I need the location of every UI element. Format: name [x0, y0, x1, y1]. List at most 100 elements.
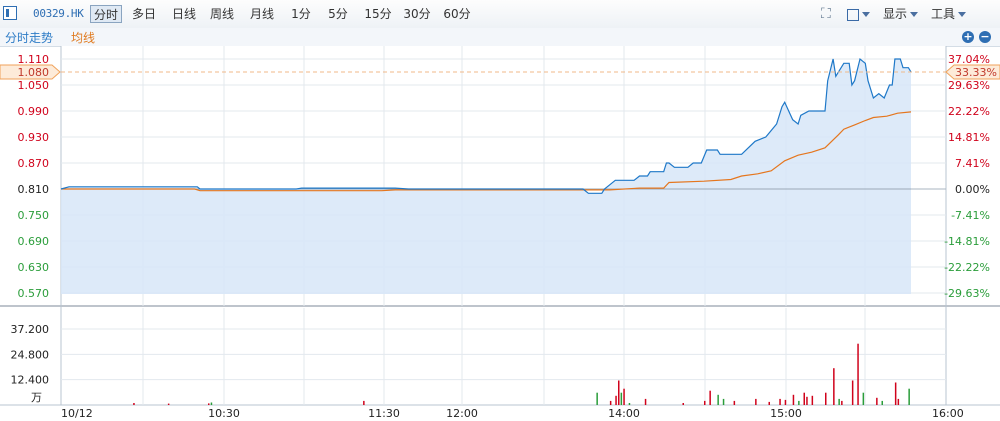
volume-bar [841, 400, 843, 405]
volume-bar [167, 403, 170, 405]
volume-bar [620, 392, 623, 405]
x-axis-label: 11:30 [368, 407, 400, 420]
series-label: 分时走势 [5, 31, 54, 45]
x-axis-label: 14:00 [608, 407, 640, 420]
current-pct-label: 33.33% [955, 66, 997, 79]
chart-subheader: 分时走势 均线 + − [0, 28, 1000, 47]
period-tab-5[interactable]: 1分 [288, 5, 314, 23]
volume-bar [133, 403, 135, 405]
volume-bar [615, 395, 617, 405]
stock-symbol[interactable]: 00329.HK [33, 7, 84, 20]
x-axis-label: 10:30 [208, 407, 240, 420]
volume-bar [644, 398, 647, 405]
tools-label: 工具 [931, 7, 956, 21]
layout-select[interactable] [847, 5, 870, 23]
pct-tick-label: -7.41% [951, 209, 990, 222]
period-tab-0[interactable]: 分时 [90, 5, 122, 23]
chevron-down-icon [910, 12, 919, 17]
volume-bar [733, 400, 736, 405]
period-tab-8[interactable]: 30分 [402, 5, 432, 23]
price-tick-label: 0.870 [18, 157, 50, 170]
volume-bar [881, 400, 883, 405]
price-tick-label: 0.810 [18, 183, 50, 196]
volume-bar [709, 390, 711, 405]
volume-bar [779, 398, 781, 405]
volume-bar [792, 394, 795, 405]
chevron-down-icon [862, 12, 870, 17]
volume-bar [811, 395, 814, 405]
volume-bar [717, 394, 719, 405]
volume-tick-label: 24.800 [11, 348, 50, 361]
volume-bar [722, 398, 725, 405]
pct-tick-label: 0.00% [955, 183, 990, 196]
x-axis-label: 15:00 [770, 407, 802, 420]
period-tab-1[interactable]: 多日 [128, 5, 160, 23]
volume-bar [755, 398, 757, 405]
period-tab-6[interactable]: 5分 [324, 5, 352, 23]
pct-tick-label: -29.63% [944, 287, 990, 300]
volume-bar [803, 392, 805, 405]
volume-bar [851, 380, 854, 405]
price-tick-label: 0.750 [18, 209, 50, 222]
price-tick-label: 1.050 [18, 79, 50, 92]
volume-bar [768, 401, 770, 405]
period-tab-2[interactable]: 日线 [168, 5, 200, 23]
pct-tick-label: -14.81% [944, 235, 990, 248]
volume-bar [857, 343, 859, 405]
intraday-chart: 1.110 37.04% 1.050 29.63% 0.990 22.22% 0.930 14… [0, 46, 1000, 420]
chevron-down-icon [958, 12, 967, 17]
period-tab-7[interactable]: 15分 [362, 5, 394, 23]
price-tick-label: 0.990 [18, 105, 50, 118]
pct-tick-label: 29.63% [948, 79, 990, 92]
volume-bar [876, 397, 878, 405]
volume-bar [897, 398, 900, 405]
x-axis-label: 12:00 [446, 407, 478, 420]
volume-bar [862, 392, 865, 405]
pct-tick-label: 22.22% [948, 105, 990, 118]
display-label: 显示 [883, 7, 908, 21]
volume-bar [682, 403, 684, 405]
volume-bar [806, 396, 808, 405]
volume-bar [628, 403, 631, 405]
volume-bar [798, 400, 800, 405]
pct-tick-label: 14.81% [948, 131, 990, 144]
fullscreen-icon[interactable]: ⛶ [821, 5, 831, 23]
price-tick-label: 1.110 [18, 53, 50, 66]
volume-tick-label: 37.200 [11, 323, 50, 336]
pct-tick-label: 7.41% [955, 157, 990, 170]
period-tab-9[interactable]: 60分 [442, 5, 472, 23]
period-tab-3[interactable]: 周线 [206, 5, 238, 23]
volume-bar [618, 380, 620, 405]
x-axis-label: 16:00 [932, 407, 964, 420]
avg-line-label: 均线 [71, 31, 96, 45]
zoom-in-button[interactable]: + [962, 31, 974, 43]
pct-tick-label: -22.22% [944, 261, 990, 274]
price-tick-label: 0.570 [18, 287, 50, 300]
price-tick-label: 0.690 [18, 235, 50, 248]
volume-bar [825, 392, 827, 405]
volume-bar [363, 400, 365, 405]
volume-bar [833, 368, 835, 405]
volume-unit-label: 万 [31, 391, 42, 404]
volume-bar [894, 382, 897, 405]
volume-bar [623, 388, 625, 405]
volume-bar [784, 399, 787, 405]
volume-bar [838, 398, 840, 405]
price-tick-label: 0.630 [18, 261, 50, 274]
chart-toolbar: 00329.HK 分时 多日 日线 周线 月线 1分 5分 15分 30分 60分 ⛶ 显示 工具 [0, 0, 1000, 29]
volume-bar [208, 403, 210, 405]
period-tab-4[interactable]: 月线 [246, 5, 278, 23]
zoom-out-button[interactable]: − [979, 31, 991, 43]
volume-bar [210, 402, 213, 405]
display-menu[interactable]: 显示 [883, 5, 919, 23]
volume-bar [596, 392, 598, 405]
volume-tick-label: 12.400 [11, 374, 50, 387]
tools-menu[interactable]: 工具 [931, 5, 967, 23]
x-axis-label: 10/12 [61, 407, 93, 420]
panel-toggle-icon[interactable] [3, 6, 17, 20]
volume-bar [908, 388, 910, 405]
volume-bar [609, 400, 612, 405]
volume-bar [704, 400, 706, 405]
current-price-label: 1.080 [18, 66, 50, 79]
pct-tick-label: 37.04% [948, 53, 990, 66]
